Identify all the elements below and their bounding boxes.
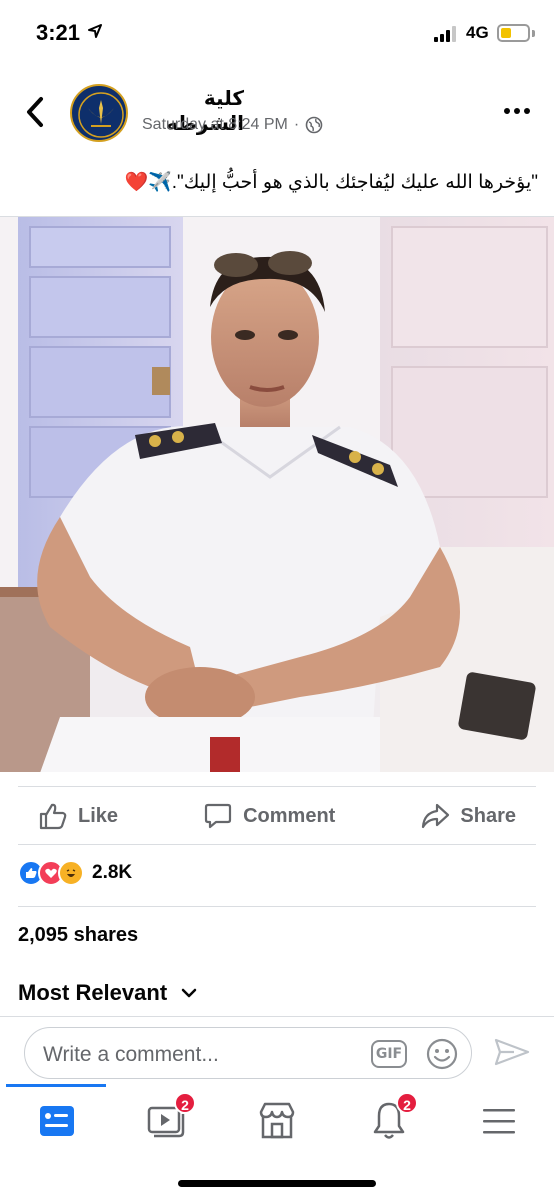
meta-separator: · — [293, 116, 300, 133]
notifications-badge: 2 — [396, 1092, 418, 1114]
location-arrow-icon — [88, 24, 102, 38]
share-label: Share — [460, 804, 516, 827]
post-image — [0, 217, 554, 772]
page-avatar[interactable] — [70, 84, 128, 142]
more-options-icon[interactable] — [502, 104, 532, 118]
post-meta: Saturday at 8:24 PM · — [142, 116, 323, 134]
post-caption: "يؤخرها الله عليك ليُفاجئك بالذي هو أحبُ… — [124, 172, 538, 193]
thumbs-up-icon — [39, 803, 67, 830]
sort-label: Most Relevant — [18, 980, 168, 1005]
haha-reaction-icon — [58, 860, 84, 886]
globe-icon — [305, 116, 323, 134]
hamburger-menu-icon — [483, 1109, 515, 1134]
send-icon[interactable] — [494, 1037, 530, 1067]
nav-menu[interactable] — [476, 1098, 522, 1144]
post-timestamp[interactable]: Saturday at 8:24 PM — [142, 116, 288, 134]
reaction-count: 2.8K — [92, 862, 133, 883]
nav-active-indicator — [6, 1084, 106, 1087]
signal-icon — [434, 26, 460, 42]
share-button[interactable]: Share — [400, 801, 536, 831]
status-bar: 3:21 4G — [0, 0, 554, 70]
comment-composer-bar: Write a comment... GIF — [0, 1016, 554, 1084]
battery-icon — [497, 24, 530, 42]
like-button[interactable]: Like — [18, 801, 138, 831]
chevron-down-icon — [181, 988, 197, 998]
nav-watch[interactable]: 2 — [144, 1092, 196, 1144]
network-type: 4G — [466, 23, 489, 42]
marketplace-icon — [259, 1102, 295, 1139]
post-photo[interactable] — [0, 216, 554, 772]
nav-notifications[interactable]: 2 — [366, 1092, 418, 1144]
nav-marketplace[interactable] — [254, 1098, 300, 1144]
comment-bubble-icon — [204, 803, 232, 829]
back-chevron-icon[interactable] — [24, 96, 46, 128]
police-emblem-icon — [78, 92, 124, 138]
gif-button[interactable]: GIF — [371, 1040, 407, 1068]
divider — [18, 786, 536, 787]
post-action-bar: Like Comment Share — [18, 790, 536, 842]
divider — [18, 844, 536, 845]
watch-badge: 2 — [174, 1092, 196, 1114]
comment-button[interactable]: Comment — [183, 801, 355, 831]
divider — [18, 906, 536, 907]
like-label: Like — [78, 804, 119, 827]
comment-label: Comment — [243, 804, 336, 827]
emoji-icon[interactable] — [425, 1037, 459, 1071]
bottom-navigation: 2 2 — [0, 1084, 554, 1200]
reactions-summary[interactable]: 2.8K — [18, 860, 132, 886]
status-time: 3:21 — [36, 20, 81, 45]
comment-sort-dropdown[interactable]: Most Relevant — [18, 980, 197, 1006]
share-arrow-icon — [422, 803, 450, 829]
news-feed-icon — [40, 1106, 74, 1136]
battery-nub — [532, 30, 535, 37]
shares-count[interactable]: 2,095 shares — [18, 924, 138, 947]
home-indicator[interactable] — [178, 1180, 376, 1187]
comment-placeholder: Write a comment... — [43, 1043, 219, 1066]
nav-news-feed[interactable] — [34, 1098, 80, 1144]
comment-input[interactable]: Write a comment... GIF — [24, 1027, 472, 1079]
